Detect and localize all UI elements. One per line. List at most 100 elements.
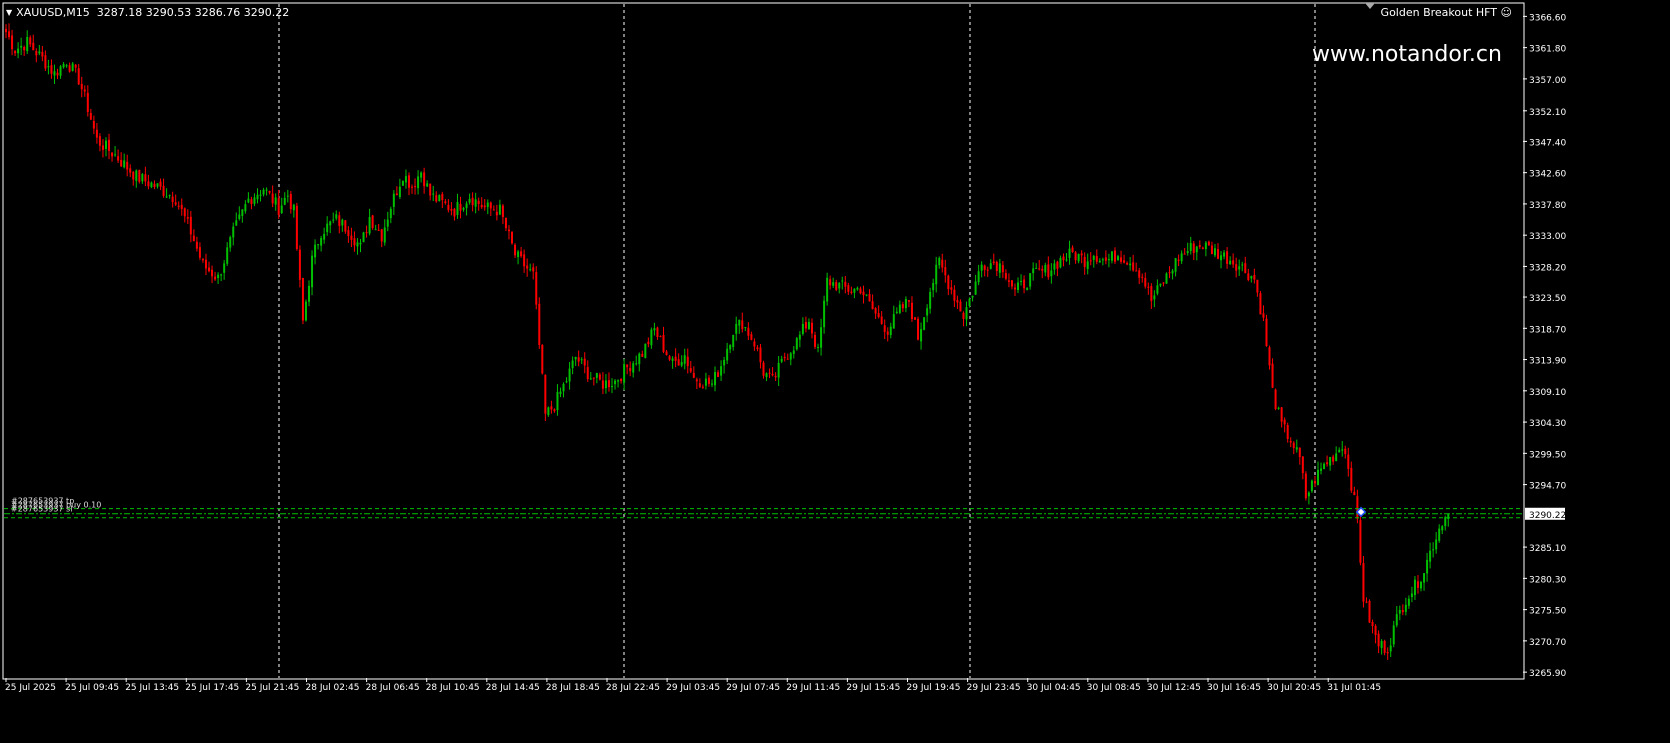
candle xyxy=(238,206,241,221)
candle xyxy=(1086,253,1089,275)
candle xyxy=(1029,273,1032,290)
candle xyxy=(286,189,289,203)
x-tick-label: 25 Jul 13:45 xyxy=(125,683,179,693)
candle xyxy=(1353,486,1356,496)
candle xyxy=(1401,604,1404,616)
dropdown-triangle-icon[interactable]: ▼ xyxy=(6,8,12,17)
y-tick-label: 3347.40 xyxy=(1529,138,1566,148)
candle xyxy=(1229,256,1232,266)
candle xyxy=(198,242,201,261)
candle xyxy=(1174,257,1177,277)
candle xyxy=(126,154,129,177)
candle xyxy=(323,227,326,244)
candle xyxy=(177,201,180,210)
y-tick-label: 3333.00 xyxy=(1529,232,1566,242)
candle xyxy=(556,384,559,416)
candle xyxy=(32,34,35,51)
y-tick-label: 3285.10 xyxy=(1529,544,1566,554)
expert-advisor-label[interactable]: Golden Breakout HFT ☺ xyxy=(1381,6,1512,19)
candle xyxy=(362,231,365,243)
candle xyxy=(798,331,801,348)
candle xyxy=(1383,639,1386,656)
plot-border xyxy=(2,2,1525,680)
trade-levels[interactable]: #287653937 tp#287653937 buy 0.10#2876539… xyxy=(4,497,1523,519)
candle xyxy=(23,45,26,56)
candle xyxy=(165,188,168,198)
candle xyxy=(1380,639,1383,655)
candle xyxy=(214,271,217,281)
candle xyxy=(380,228,383,248)
candle xyxy=(1068,240,1071,265)
candle xyxy=(1180,250,1183,264)
candle xyxy=(344,220,347,234)
price-chart[interactable]: #287653937 tp#287653937 buy 0.10#2876539… xyxy=(0,0,1670,743)
candle xyxy=(914,316,916,320)
candle xyxy=(217,272,220,284)
candle xyxy=(617,379,620,388)
candle xyxy=(723,356,726,374)
candle xyxy=(1429,542,1432,569)
candle xyxy=(1280,407,1283,428)
y-tick-label: 3313.90 xyxy=(1529,357,1566,367)
x-tick-label: 29 Jul 23:45 xyxy=(967,683,1021,693)
candle xyxy=(659,335,662,338)
candle xyxy=(810,318,813,339)
candle xyxy=(162,178,165,198)
candle xyxy=(401,180,404,186)
trade-label: #287653937 sl xyxy=(11,505,72,514)
candle xyxy=(404,169,407,189)
candle xyxy=(180,198,183,216)
candle xyxy=(277,189,280,219)
candle xyxy=(1098,258,1101,263)
candle xyxy=(1083,252,1086,275)
candle xyxy=(138,169,141,184)
x-tick-label: 31 Jul 01:45 xyxy=(1327,683,1381,693)
candle xyxy=(95,123,98,144)
candle xyxy=(1359,513,1362,566)
candle xyxy=(614,379,617,390)
candle xyxy=(389,206,392,224)
candle xyxy=(868,289,871,302)
candle xyxy=(877,305,880,319)
candle xyxy=(465,201,468,216)
candle xyxy=(989,259,992,270)
y-tick-label: 3342.60 xyxy=(1529,170,1566,180)
candle xyxy=(671,356,674,369)
x-tick-label: 29 Jul 19:45 xyxy=(907,683,961,693)
candle xyxy=(1277,406,1280,410)
candle xyxy=(774,372,777,382)
candle xyxy=(304,299,307,322)
time-axis[interactable]: 25 Jul 2025 25 Jul 09:45 25 Jul 13:45 25 Ju… xyxy=(5,678,1381,693)
candle xyxy=(623,359,626,391)
candle xyxy=(359,238,362,253)
candle xyxy=(71,61,74,72)
chart-shift-icon[interactable] xyxy=(1365,3,1375,9)
candle xyxy=(695,377,698,390)
candle xyxy=(235,212,238,226)
candle xyxy=(598,372,601,381)
candle xyxy=(101,139,104,158)
candle xyxy=(526,258,529,277)
candle xyxy=(1113,247,1116,264)
candle xyxy=(1059,255,1062,269)
candle xyxy=(114,146,117,157)
candle xyxy=(683,348,686,370)
candle xyxy=(144,166,147,187)
x-tick-label: 29 Jul 03:45 xyxy=(666,683,720,693)
candle xyxy=(453,207,456,221)
candle xyxy=(1368,599,1371,624)
candle xyxy=(1065,252,1068,262)
candle xyxy=(356,238,359,255)
candle xyxy=(680,355,683,368)
candle xyxy=(541,344,544,375)
candle xyxy=(747,322,750,340)
candle xyxy=(1335,446,1338,462)
price-axis[interactable]: 3366.60 3361.80 3357.00 3352.10 3347.40 3342.… xyxy=(1523,13,1566,679)
candle xyxy=(1350,461,1353,493)
candle xyxy=(910,296,913,322)
chart-window[interactable]: #287653937 tp #287653937 buy 0.10 #2876539… xyxy=(0,0,1670,743)
candle xyxy=(211,265,214,284)
candle xyxy=(965,301,968,327)
candle xyxy=(801,317,804,336)
candle xyxy=(620,378,623,384)
